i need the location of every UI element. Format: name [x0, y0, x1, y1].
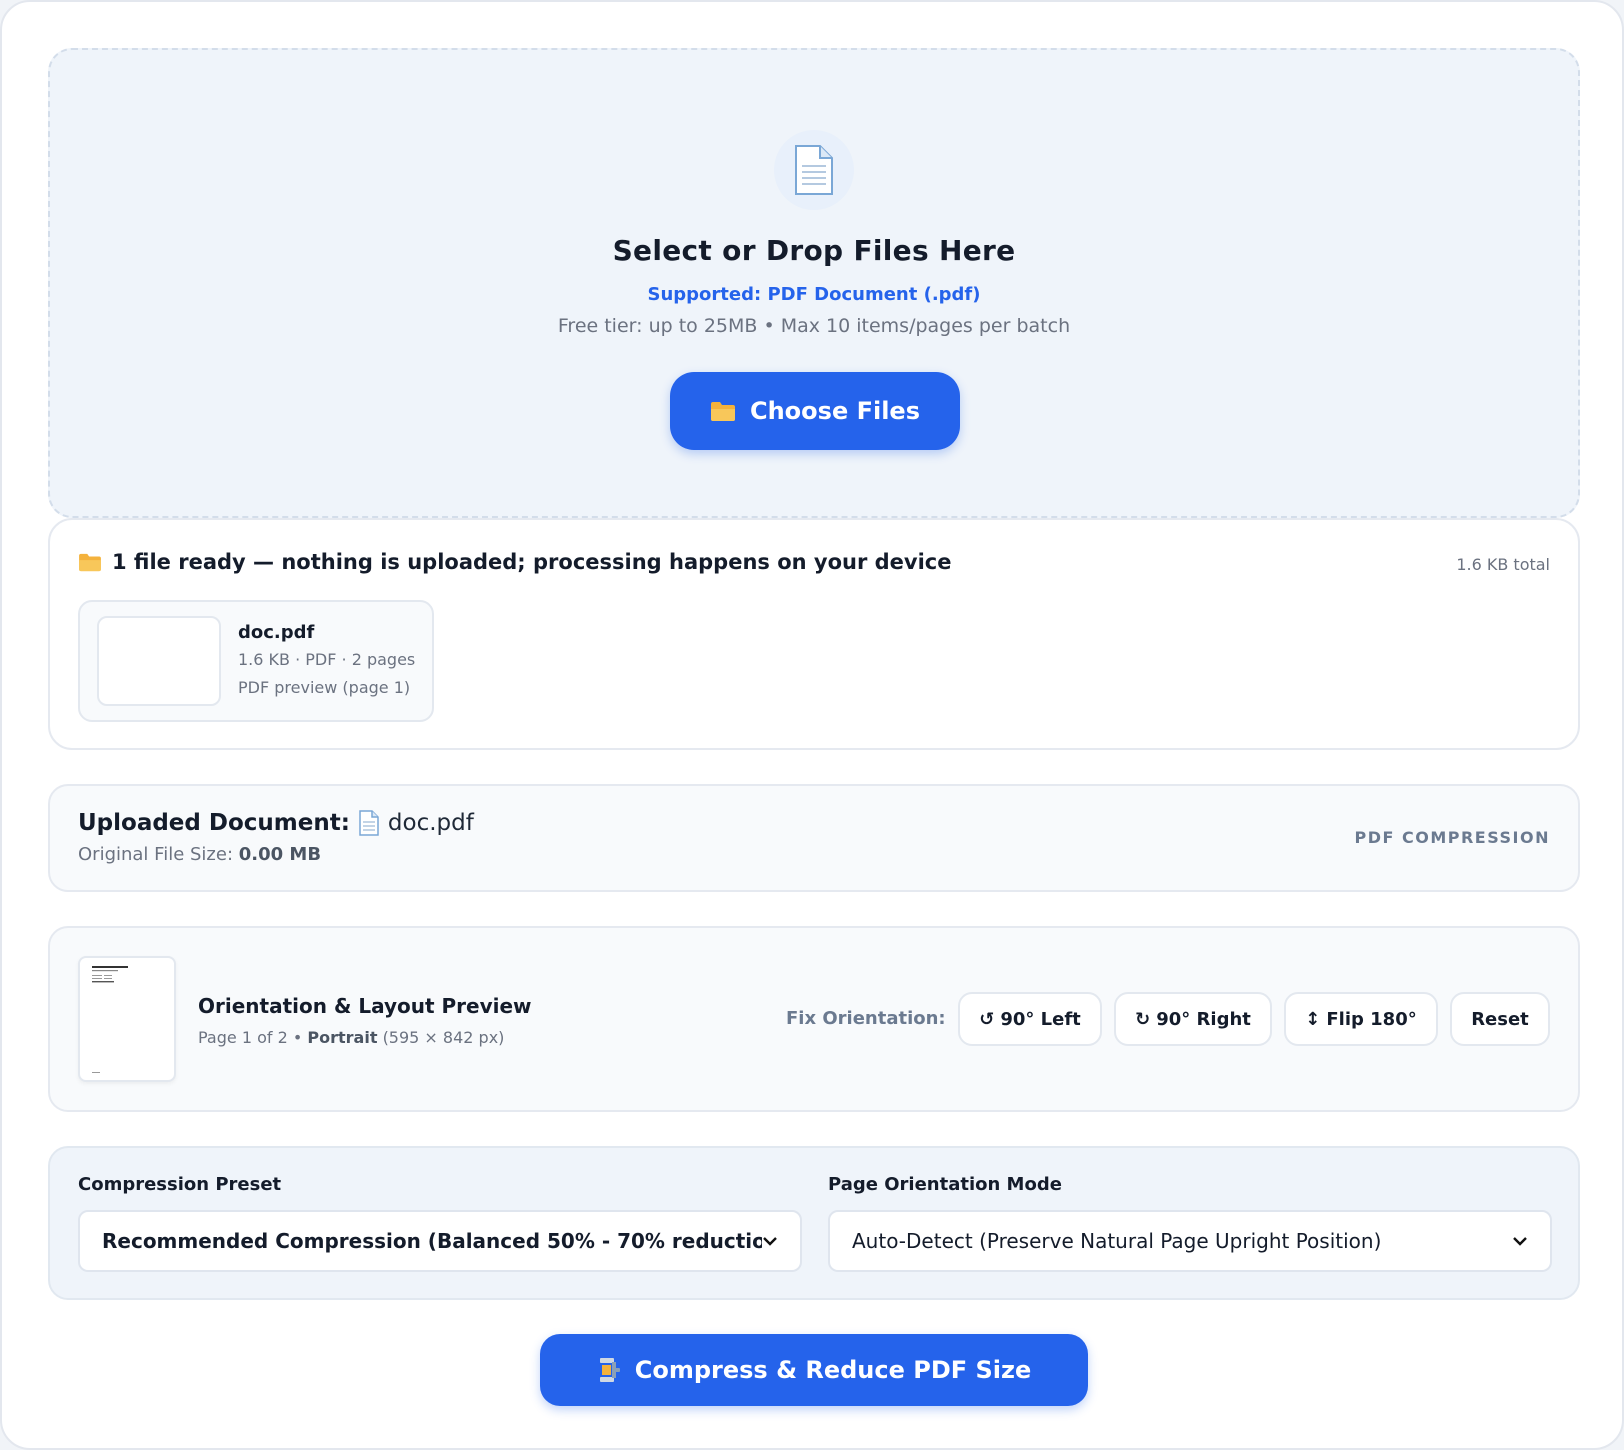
compress-button[interactable]: Compress & Reduce PDF Size [540, 1334, 1088, 1406]
compression-preset-select[interactable]: Recommended Compression (Balanced 50% - … [78, 1210, 802, 1272]
supported-formats: Supported: PDF Document (.pdf) [647, 284, 981, 305]
dropzone-title: Select or Drop Files Here [612, 234, 1016, 267]
settings-panel: Compression Preset Recommended Compressi… [48, 1146, 1580, 1300]
original-size-value: 0.00 MB [238, 844, 322, 865]
uploaded-document-label: Uploaded Document: [78, 810, 350, 836]
rotate-right-icon: ↻ [1135, 1008, 1151, 1030]
folder-icon [710, 402, 735, 421]
flip-button[interactable]: ↕ Flip 180° [1284, 992, 1438, 1046]
choose-files-label: Choose Files [749, 397, 920, 425]
reset-button[interactable]: Reset [1450, 992, 1550, 1046]
app-frame: Select or Drop Files Here Supported: PDF… [0, 0, 1624, 1450]
tool-tag: PDF COMPRESSION [1354, 828, 1550, 847]
rotate-left-button[interactable]: ↺ 90° Left [958, 992, 1102, 1046]
file-thumbnail [97, 616, 221, 706]
uploaded-document-name: doc.pdf [387, 810, 474, 836]
file-item[interactable]: doc.pdf 1.6 KB · PDF · 2 pages PDF previ… [78, 600, 434, 722]
document-icon [359, 810, 379, 836]
page-thumbnail [78, 956, 176, 1082]
compress-button-label: Compress & Reduce PDF Size [634, 1356, 1032, 1384]
rotate-right-label: 90° Right [1156, 1008, 1251, 1030]
folder-icon [79, 553, 101, 572]
reset-label: Reset [1471, 1008, 1529, 1030]
file-meta: 1.6 KB · PDF · 2 pages [238, 650, 416, 669]
uploaded-document-panel: Uploaded Document: doc.pdf Original File… [48, 784, 1580, 892]
document-icon-badge [774, 130, 854, 210]
compression-preset-value: Recommended Compression (Balanced 50% - … [102, 1229, 762, 1253]
flip-label: Flip 180° [1326, 1008, 1417, 1030]
orientation-title: Orientation & Layout Preview [198, 994, 532, 1018]
orientation-mode-select[interactable]: Auto-Detect (Preserve Natural Page Uprig… [828, 1210, 1552, 1272]
rotate-left-icon: ↺ [979, 1008, 995, 1030]
choose-files-button[interactable]: Choose Files [670, 372, 960, 450]
page-info: Page 1 of 2 • Portrait (595 × 842 px) [198, 1028, 504, 1047]
rotate-right-button[interactable]: ↻ 90° Right [1114, 992, 1272, 1046]
orientation-mode-value: Auto-Detect (Preserve Natural Page Uprig… [852, 1229, 1382, 1253]
uploaded-document-line: Uploaded Document: doc.pdf [78, 810, 474, 836]
tier-limits: Free tier: up to 25MB • Max 10 items/pag… [557, 315, 1071, 337]
chevron-down-icon [763, 1237, 777, 1246]
files-ready-panel: 1 file ready — nothing is uploaded; proc… [48, 518, 1580, 750]
chevron-down-icon [1513, 1237, 1527, 1246]
files-total-size: 1.6 KB total [1456, 555, 1550, 574]
document-icon [795, 145, 833, 195]
fix-orientation-label: Fix Orientation: [786, 1008, 946, 1029]
original-file-size: Original File Size: 0.00 MB [78, 844, 321, 865]
file-preview-label: PDF preview (page 1) [238, 678, 411, 697]
files-ready-header: 1 file ready — nothing is uploaded; proc… [78, 550, 951, 574]
file-dropzone[interactable]: Select or Drop Files Here Supported: PDF… [48, 48, 1580, 518]
orientation-panel: Orientation & Layout Preview Page 1 of 2… [48, 926, 1580, 1112]
original-size-label: Original File Size: [78, 844, 234, 865]
clamp-icon [599, 1358, 620, 1382]
files-ready-text: 1 file ready — nothing is uploaded; proc… [112, 550, 952, 574]
flip-icon: ↕ [1305, 1008, 1321, 1030]
page-preview-lines [92, 966, 128, 1073]
orientation-mode-label: Page Orientation Mode [828, 1174, 1062, 1195]
compression-preset-label: Compression Preset [78, 1174, 282, 1195]
file-name: doc.pdf [238, 622, 315, 643]
rotate-left-label: 90° Left [1000, 1008, 1081, 1030]
orientation-mode: Portrait [307, 1028, 378, 1047]
page-dimensions: (595 × 842 px) [382, 1028, 505, 1047]
page-count: Page 1 of 2 • [198, 1028, 303, 1047]
